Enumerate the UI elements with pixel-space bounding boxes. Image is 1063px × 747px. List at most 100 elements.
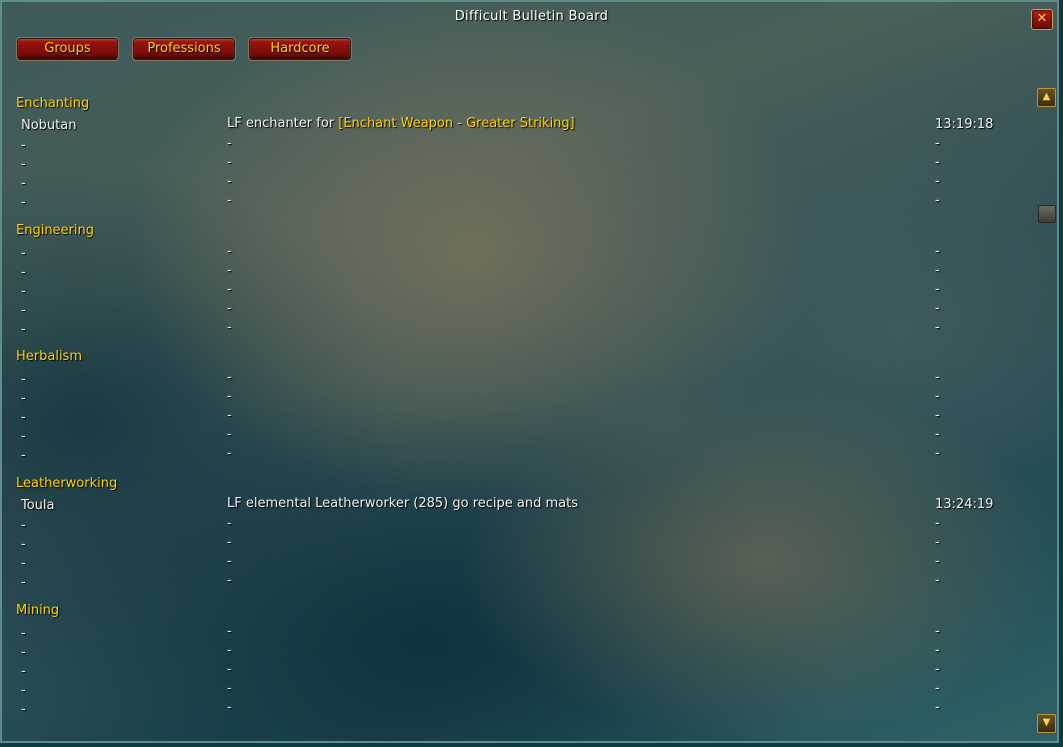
entry-name: - <box>21 176 26 191</box>
entry-time: - <box>935 301 940 316</box>
entry-message-text: - <box>227 136 232 151</box>
entry-time: - <box>935 282 940 297</box>
entry-message-text: - <box>227 700 232 715</box>
entry-name: - <box>21 575 26 590</box>
section-header-mining: Mining <box>16 603 60 618</box>
entry-message: - <box>227 573 232 588</box>
entry-message-text: - <box>227 427 232 442</box>
entry-time: 13:24:19 <box>935 497 994 512</box>
entry-name[interactable]: Toula <box>21 498 55 513</box>
entry-time: - <box>935 244 940 259</box>
section-header-herbalism: Herbalism <box>16 349 82 364</box>
entry-time: - <box>935 624 940 639</box>
entry-time: 13:19:18 <box>935 117 994 132</box>
tab-professions[interactable]: Professions <box>132 37 236 61</box>
section-header-engineering: Engineering <box>16 223 94 238</box>
entry-name: - <box>21 322 26 337</box>
entry-message: - <box>227 320 232 335</box>
entry-message-text: - <box>227 681 232 696</box>
entry-message: - <box>227 389 232 404</box>
entry-message-text: - <box>227 193 232 208</box>
entry-name: - <box>21 195 26 210</box>
entry-message-text: - <box>227 389 232 404</box>
entry-name: - <box>21 645 26 660</box>
entry-message: - <box>227 370 232 385</box>
entry-time: - <box>935 389 940 404</box>
entry-message-text: - <box>227 516 232 531</box>
entry-message: LF enchanter for [Enchant Weapon - Great… <box>227 116 575 131</box>
entry-message: - <box>227 244 232 259</box>
entry-message-text: - <box>227 535 232 550</box>
entry-name: - <box>21 265 26 280</box>
entry-name: - <box>21 537 26 552</box>
entry-name: - <box>21 518 26 533</box>
entry-message-text: - <box>227 282 232 297</box>
entry-time: - <box>935 408 940 423</box>
entry-name: - <box>21 391 26 406</box>
entry-name: - <box>21 702 26 717</box>
entry-message-text: - <box>227 446 232 461</box>
entry-time: - <box>935 155 940 170</box>
tab-groups[interactable]: Groups <box>16 37 119 61</box>
entry-name: - <box>21 626 26 641</box>
entry-message-text: LF enchanter for <box>227 116 339 131</box>
entry-message: - <box>227 301 232 316</box>
entry-message: - <box>227 263 232 278</box>
entry-message-text: - <box>227 554 232 569</box>
entry-message-text: - <box>227 301 232 316</box>
entry-message-text: - <box>227 320 232 335</box>
entry-message-text: - <box>227 624 232 639</box>
entry-name: - <box>21 246 26 261</box>
scroll-down-button[interactable]: ▼ <box>1037 714 1056 733</box>
entry-name: - <box>21 138 26 153</box>
entry-message-text: - <box>227 244 232 259</box>
entry-name: - <box>21 664 26 679</box>
section-header-leatherworking: Leatherworking <box>16 476 118 491</box>
entry-name: - <box>21 683 26 698</box>
entry-message: - <box>227 535 232 550</box>
entry-time: - <box>935 320 940 335</box>
entry-name: - <box>21 429 26 444</box>
entry-time: - <box>935 573 940 588</box>
entry-message-text: LF elemental Leatherworker (285) go reci… <box>227 496 579 511</box>
close-button[interactable]: ✕ <box>1031 9 1053 30</box>
entry-message: - <box>227 624 232 639</box>
item-link[interactable]: [Enchant Weapon - Greater Striking] <box>338 116 574 131</box>
entry-name: - <box>21 372 26 387</box>
entry-message: - <box>227 408 232 423</box>
entry-time: - <box>935 681 940 696</box>
window-title: Difficult Bulletin Board <box>454 9 609 24</box>
entry-message: - <box>227 700 232 715</box>
section-header-enchanting: Enchanting <box>16 96 90 111</box>
entry-message: - <box>227 136 232 151</box>
entry-message-text: - <box>227 155 232 170</box>
entry-message: - <box>227 282 232 297</box>
scroll-up-icon: ▲ <box>1042 91 1051 102</box>
bulletin-board-window <box>0 0 1059 743</box>
entry-message: - <box>227 643 232 658</box>
entry-message: - <box>227 554 232 569</box>
entry-time: - <box>935 554 940 569</box>
entry-time: - <box>935 136 940 151</box>
entry-time: - <box>935 516 940 531</box>
entry-time: - <box>935 643 940 658</box>
entry-message: - <box>227 155 232 170</box>
entry-message: - <box>227 681 232 696</box>
entry-name[interactable]: Nobutan <box>21 118 76 133</box>
close-icon: ✕ <box>1036 11 1048 26</box>
entry-time: - <box>935 427 940 442</box>
entry-message: - <box>227 174 232 189</box>
scrollbar-thumb[interactable] <box>1038 205 1056 223</box>
entry-time: - <box>935 662 940 677</box>
tab-hardcore[interactable]: Hardcore <box>248 37 352 61</box>
entry-time: - <box>935 193 940 208</box>
entry-name: - <box>21 556 26 571</box>
entry-time: - <box>935 535 940 550</box>
scroll-up-button[interactable]: ▲ <box>1037 88 1056 107</box>
entry-name: - <box>21 157 26 172</box>
entry-message-text: - <box>227 263 232 278</box>
entry-name: - <box>21 410 26 425</box>
entry-time: - <box>935 446 940 461</box>
entry-message-text: - <box>227 662 232 677</box>
entry-time: - <box>935 700 940 715</box>
